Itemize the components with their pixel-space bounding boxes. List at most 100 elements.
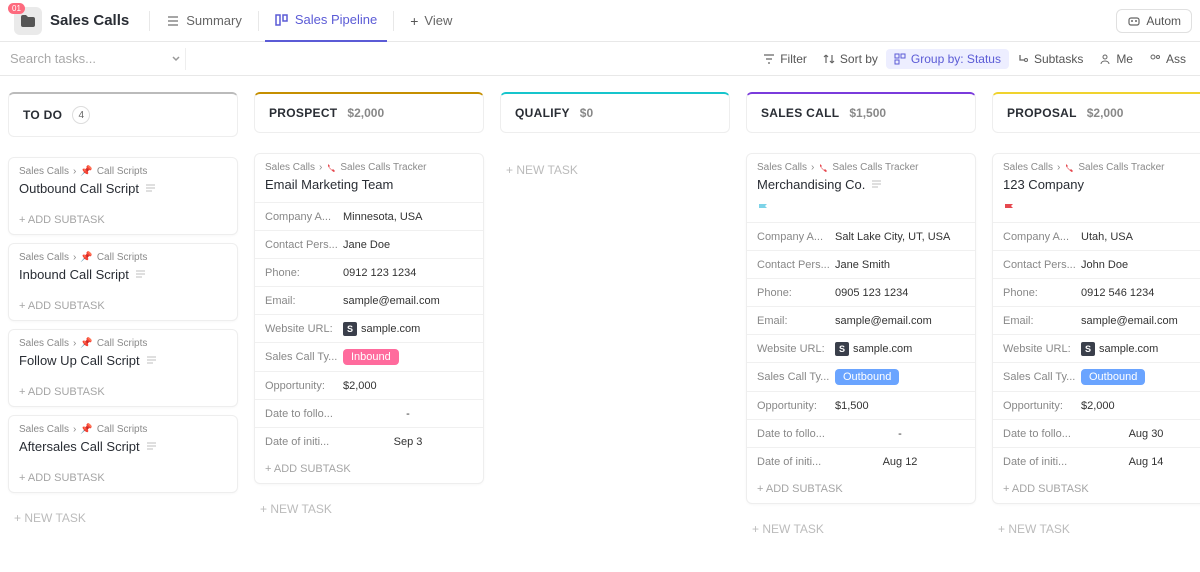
breadcrumb: Sales Calls›📌Call Scripts <box>9 244 237 263</box>
column-title: SALES CALL <box>761 106 839 120</box>
filter-icon <box>763 53 775 65</box>
tag-inbound: Inbound <box>343 349 399 365</box>
pin-icon: 📌 <box>80 338 92 349</box>
column-title: QUALIFY <box>515 106 570 120</box>
tab-label: Sales Pipeline <box>295 12 377 27</box>
filter-bar: Search tasks... Filter Sort by Group by:… <box>0 42 1200 76</box>
note-icon <box>871 179 882 190</box>
site-icon: S <box>1081 342 1095 356</box>
note-icon <box>135 269 146 280</box>
column-title: TO DO <box>23 108 62 122</box>
add-subtask-button[interactable]: + ADD SUBTASK <box>9 206 237 234</box>
task-card[interactable]: Sales Calls›📌Call ScriptsFollow Up Call … <box>8 329 238 407</box>
column-amount: $2,000 <box>1087 106 1124 120</box>
add-subtask-button[interactable]: + ADD SUBTASK <box>9 292 237 320</box>
workspace-title: Sales Calls <box>50 12 129 29</box>
tab-add-view[interactable]: + View <box>400 0 462 42</box>
pin-icon: 📌 <box>80 252 92 263</box>
breadcrumb: Sales Calls› Sales Calls Tracker <box>255 154 483 173</box>
people-icon <box>1149 53 1161 65</box>
column-header[interactable]: PROPOSAL $2,000 <box>992 92 1200 133</box>
card-title: Email Marketing Team <box>255 173 483 202</box>
search-input[interactable]: Search tasks... <box>6 48 186 70</box>
task-card[interactable]: Sales Calls›📌Call ScriptsOutbound Call S… <box>8 157 238 235</box>
folder-icon <box>20 14 36 28</box>
subtasks-button[interactable]: Subtasks <box>1009 52 1091 66</box>
search-placeholder: Search tasks... <box>10 51 96 66</box>
column-proposal: PROPOSAL $2,000 Sales Calls› Sales Calls… <box>992 92 1200 556</box>
note-icon <box>146 355 157 366</box>
column-header[interactable]: SALES CALL $1,500 <box>746 92 976 133</box>
me-button[interactable]: Me <box>1091 52 1141 66</box>
sort-icon <box>823 53 835 65</box>
new-task-button[interactable]: + NEW TASK <box>992 512 1200 546</box>
new-task-button[interactable]: + NEW TASK <box>500 153 730 187</box>
task-card[interactable]: Sales Calls› Sales Calls Tracker 123 Com… <box>992 153 1200 504</box>
column-amount: $1,500 <box>849 106 886 120</box>
new-task-button[interactable]: + NEW TASK <box>254 492 484 526</box>
tab-label: View <box>424 13 452 28</box>
breadcrumb: Sales Calls› Sales Calls Tracker <box>993 154 1200 173</box>
column-header[interactable]: TO DO 4 <box>8 92 238 137</box>
flag-icon <box>1003 202 1017 216</box>
site-icon: S <box>835 342 849 356</box>
tab-sales-pipeline[interactable]: Sales Pipeline <box>265 0 387 42</box>
column-prospect: PROSPECT $2,000 Sales Calls› Sales Calls… <box>254 92 484 556</box>
pin-icon: 📌 <box>80 424 92 435</box>
task-card[interactable]: Sales Calls› Sales Calls Tracker Email M… <box>254 153 484 484</box>
column-header[interactable]: PROSPECT $2,000 <box>254 92 484 133</box>
phone-icon <box>1064 163 1074 173</box>
breadcrumb: Sales Calls› Sales Calls Tracker <box>747 154 975 173</box>
card-title: Aftersales Call Script <box>9 435 237 464</box>
column-header[interactable]: QUALIFY $0 <box>500 92 730 133</box>
board-icon <box>275 13 289 27</box>
tag-outbound: Outbound <box>835 369 899 385</box>
assignees-button[interactable]: Ass <box>1141 52 1194 66</box>
task-card[interactable]: Sales Calls› Sales Calls Tracker Merchan… <box>746 153 976 504</box>
pin-icon: 📌 <box>80 166 92 177</box>
group-icon <box>894 53 906 65</box>
kanban-board: TO DO 4 Sales Calls›📌Call ScriptsOutboun… <box>0 76 1200 572</box>
automations-button[interactable]: Autom <box>1116 9 1192 33</box>
subtask-icon <box>1017 53 1029 65</box>
column-qualify: QUALIFY $0 + NEW TASK <box>500 92 730 556</box>
new-task-button[interactable]: + NEW TASK <box>746 512 976 546</box>
column-title: PROPOSAL <box>1007 106 1077 120</box>
column-amount: $2,000 <box>347 106 384 120</box>
tab-summary[interactable]: Summary <box>156 0 252 42</box>
task-card[interactable]: Sales Calls›📌Call ScriptsInbound Call Sc… <box>8 243 238 321</box>
breadcrumb: Sales Calls›📌Call Scripts <box>9 330 237 349</box>
person-icon <box>1099 53 1111 65</box>
column-salescall: SALES CALL $1,500 Sales Calls› Sales Cal… <box>746 92 976 556</box>
column-count: 4 <box>72 106 90 124</box>
note-icon <box>146 441 157 452</box>
filter-button[interactable]: Filter <box>755 52 815 66</box>
card-title: 123 Company <box>993 173 1200 202</box>
breadcrumb: Sales Calls›📌Call Scripts <box>9 158 237 177</box>
column-amount: $0 <box>580 106 593 120</box>
separator <box>258 11 259 31</box>
card-title: Outbound Call Script <box>9 177 237 206</box>
sort-button[interactable]: Sort by <box>815 52 886 66</box>
card-title: Merchandising Co. <box>747 173 975 202</box>
plus-icon: + <box>410 13 418 29</box>
automations-label: Autom <box>1146 14 1181 28</box>
robot-icon <box>1127 14 1141 28</box>
flag-icon <box>757 202 771 216</box>
column-title: PROSPECT <box>269 106 337 120</box>
phone-icon <box>818 163 828 173</box>
add-subtask-button[interactable]: + ADD SUBTASK <box>255 455 483 483</box>
group-by-button[interactable]: Group by: Status <box>886 49 1009 69</box>
folder-button[interactable]: 01 <box>14 7 42 35</box>
add-subtask-button[interactable]: + ADD SUBTASK <box>747 475 975 503</box>
phone-icon <box>326 163 336 173</box>
column-todo: TO DO 4 Sales Calls›📌Call ScriptsOutboun… <box>8 92 238 556</box>
add-subtask-button[interactable]: + ADD SUBTASK <box>9 464 237 492</box>
tab-label: Summary <box>186 13 242 28</box>
add-subtask-button[interactable]: + ADD SUBTASK <box>993 475 1200 503</box>
task-card[interactable]: Sales Calls›📌Call ScriptsAftersales Call… <box>8 415 238 493</box>
note-icon <box>145 183 156 194</box>
add-subtask-button[interactable]: + ADD SUBTASK <box>9 378 237 406</box>
new-task-button[interactable]: + NEW TASK <box>8 501 238 535</box>
topbar: 01 Sales Calls Summary Sales Pipeline + … <box>0 0 1200 42</box>
